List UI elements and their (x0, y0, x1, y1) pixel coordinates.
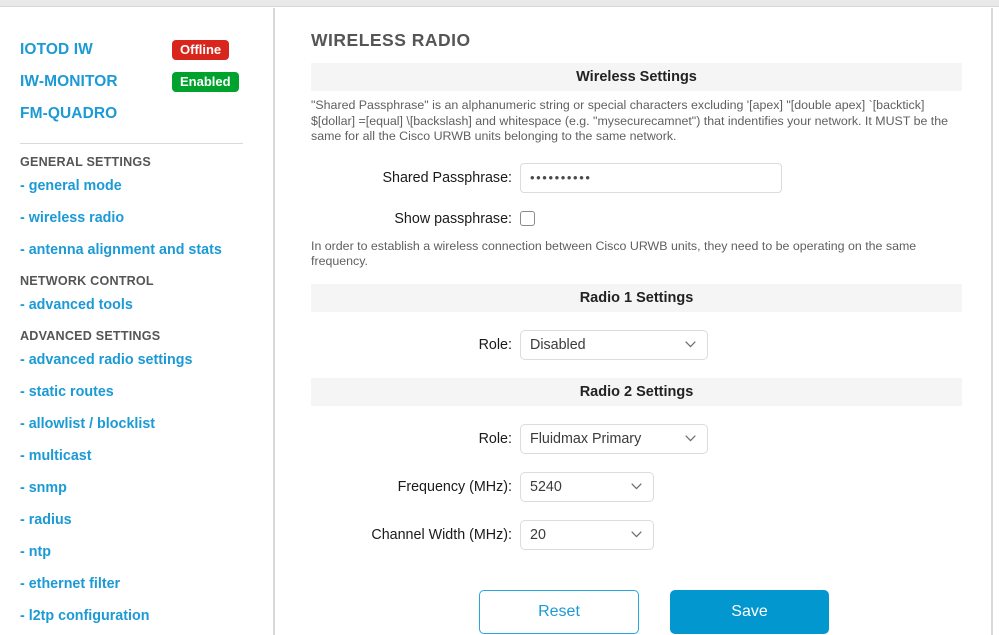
section-header-radio-2-settings: Radio 2 Settings (311, 377, 962, 406)
shared-passphrase-label: Shared Passphrase: (382, 169, 512, 186)
sidebar-item-advanced-radio-settings[interactable]: - advanced radio settings (20, 352, 273, 368)
wireless-settings-help-text: "Shared Passphrase" is an alphanumeric s… (311, 98, 949, 143)
status-badge-offline: Offline (172, 39, 230, 61)
show-passphrase-label: Show passphrase: (394, 210, 512, 227)
sidebar-item-allowlist-blocklist[interactable]: - allowlist / blocklist (20, 416, 273, 432)
browser-top-strip (0, 0, 999, 7)
radio2-role-label: Role: (478, 430, 512, 447)
save-button[interactable]: Save (670, 589, 829, 634)
sidebar-item-antenna-alignment-and-stats[interactable]: - antenna alignment and stats (20, 242, 273, 258)
chevron-down-icon (685, 340, 696, 348)
brand-label-iotod-iw: IOTOD IW (20, 41, 93, 58)
sidebar-item-multicast[interactable]: - multicast (20, 448, 273, 464)
radio2-channel-width-value: 20 (530, 526, 546, 543)
radio1-role-select[interactable]: Disabled (520, 329, 708, 360)
sidebar-item-l2tp-configuration[interactable]: - l2tp configuration (20, 608, 273, 624)
page-title: WIRELESS RADIO (311, 30, 471, 50)
sidebar-item-radius[interactable]: - radius (20, 512, 273, 528)
sidebar-brand-fm-quadro[interactable]: FM-QUADRO (20, 98, 273, 130)
wireless-radio-page: IOTOD IW Offline IW-MONITOR Enabled FM-Q… (0, 0, 999, 635)
sidebar-item-ethernet-filter[interactable]: - ethernet filter (20, 576, 273, 592)
sidebar-divider (20, 143, 243, 144)
brand-label-fm-quadro: FM-QUADRO (20, 105, 118, 122)
radio2-frequency-label: Frequency (MHz): (397, 478, 512, 495)
radio1-role-row: Role: Disabled (311, 329, 962, 360)
nav-group-general-settings: GENERAL SETTINGS (20, 155, 152, 169)
section-header-radio-1-settings: Radio 1 Settings (311, 283, 962, 312)
brand-label-iw-monitor: IW-MONITOR (20, 73, 118, 90)
radio2-role-value: Fluidmax Primary (530, 430, 642, 447)
radio2-frequency-row: Frequency (MHz): 5240 (311, 471, 962, 502)
sidebar-item-general-mode[interactable]: - general mode (20, 178, 273, 194)
radio1-role-value: Disabled (530, 336, 586, 353)
frequency-help-text: In order to establish a wireless connect… (311, 238, 917, 269)
main-content: WIRELESS RADIO Wireless Settings "Shared… (278, 8, 993, 635)
sidebar-item-ntp[interactable]: - ntp (20, 544, 273, 560)
reset-button[interactable]: Reset (479, 589, 639, 634)
show-passphrase-row: Show passphrase: (311, 211, 962, 227)
radio2-role-row: Role: Fluidmax Primary (311, 423, 962, 454)
sidebar-item-wireless-radio[interactable]: - wireless radio (20, 210, 273, 226)
radio2-frequency-value: 5240 (530, 478, 562, 495)
radio2-role-select[interactable]: Fluidmax Primary (520, 423, 708, 454)
sidebar-item-static-routes[interactable]: - static routes (20, 384, 273, 400)
form-actions: Reset Save (311, 589, 962, 634)
chevron-down-icon (685, 434, 696, 442)
radio2-channel-width-label: Channel Width (MHz): (371, 526, 512, 543)
radio2-channel-width-select[interactable]: 20 (520, 519, 654, 550)
shared-passphrase-input[interactable] (520, 162, 782, 193)
shared-passphrase-row: Shared Passphrase: (311, 162, 962, 193)
chevron-down-icon (631, 530, 642, 538)
nav-group-network-control: NETWORK CONTROL (20, 274, 154, 288)
show-passphrase-checkbox[interactable] (520, 211, 535, 226)
sidebar-item-snmp[interactable]: - snmp (20, 480, 273, 496)
section-header-wireless-settings: Wireless Settings (311, 63, 962, 91)
status-badge-enabled: Enabled (172, 71, 239, 93)
sidebar-brand-iw-monitor[interactable]: IW-MONITOR Enabled (20, 66, 273, 98)
nav-group-advanced-settings: ADVANCED SETTINGS (20, 329, 161, 343)
sidebar-brand-iotod-iw[interactable]: IOTOD IW Offline (20, 34, 273, 66)
sidebar-item-advanced-tools[interactable]: - advanced tools (20, 297, 273, 313)
radio2-channel-width-row: Channel Width (MHz): 20 (311, 519, 962, 550)
sidebar: IOTOD IW Offline IW-MONITOR Enabled FM-Q… (6, 8, 275, 635)
chevron-down-icon (631, 482, 642, 490)
radio1-role-label: Role: (478, 336, 512, 353)
radio2-frequency-select[interactable]: 5240 (520, 471, 654, 502)
